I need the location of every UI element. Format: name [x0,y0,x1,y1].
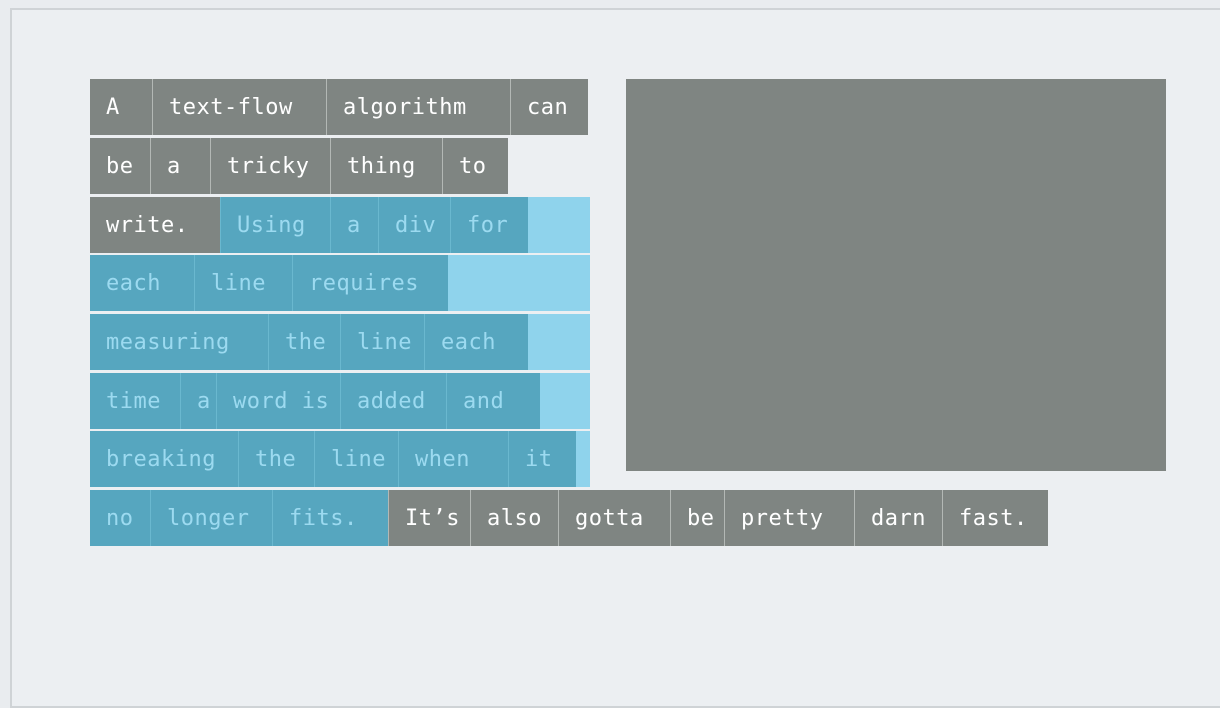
word: fits. [272,490,388,546]
word: no [90,490,150,546]
word: It’s [388,490,470,546]
word: and [446,373,540,429]
word: algorithm [326,79,510,135]
word: a [330,197,378,253]
word: Using [220,197,330,253]
word: darn [854,490,942,546]
word: each [90,255,194,311]
word: tricky [210,138,330,194]
word: A [90,79,152,135]
word: line [194,255,292,311]
word: each [424,314,528,370]
word: be [670,490,724,546]
word: for [450,197,528,253]
word: be [90,138,150,194]
word: a [150,138,210,194]
word: word is [216,373,340,429]
word: requires [292,255,448,311]
word: it [508,431,576,487]
word: measuring [90,314,268,370]
word: the [268,314,340,370]
word: pretty [724,490,854,546]
word: added [340,373,446,429]
word: a [180,373,216,429]
word: thing [330,138,442,194]
word: can [510,79,588,135]
word: longer [150,490,272,546]
word: breaking [90,431,238,487]
word: text-flow [152,79,326,135]
word: line [314,431,398,487]
word: write. [90,197,220,253]
image-placeholder [626,79,1166,471]
word: div [378,197,450,253]
word: line [340,314,424,370]
word: time [90,373,180,429]
word: gotta [558,490,670,546]
word: to [442,138,508,194]
word: when [398,431,508,487]
word: the [238,431,314,487]
word: fast. [942,490,1048,546]
word: also [470,490,558,546]
